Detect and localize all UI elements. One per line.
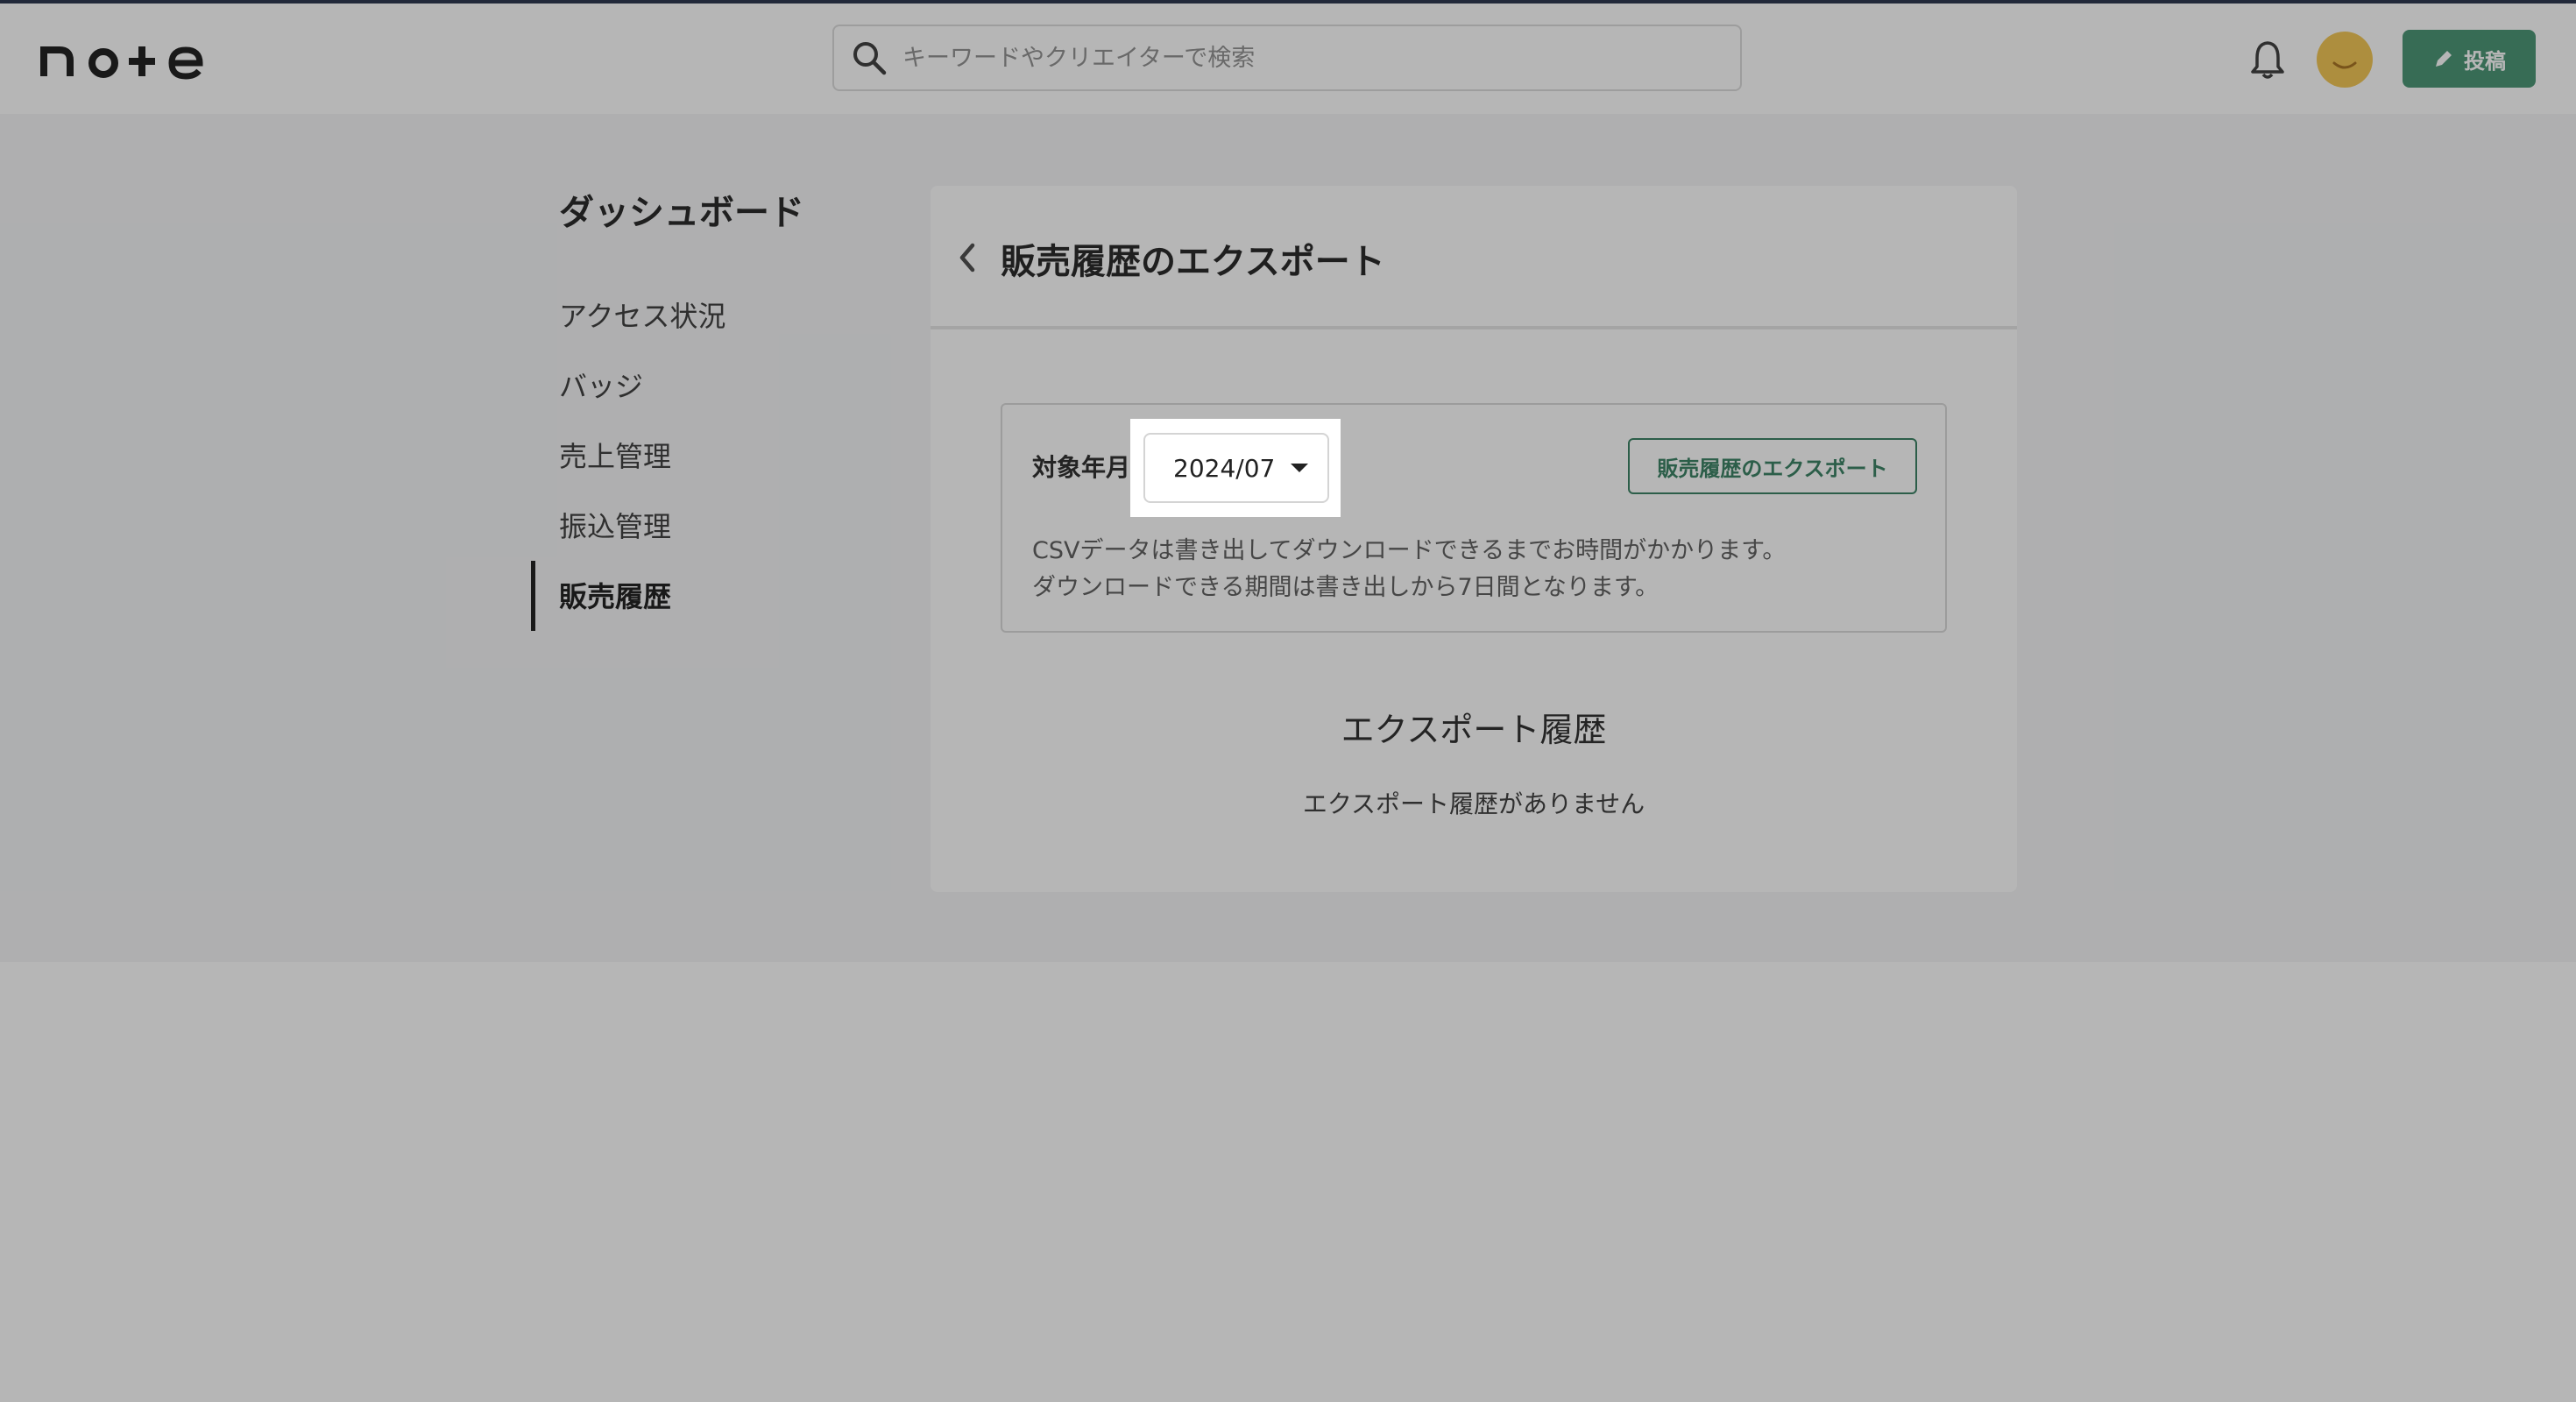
caret-down-icon	[1291, 464, 1309, 472]
search-icon	[853, 42, 887, 75]
smile-face-icon	[2332, 61, 2357, 69]
search-input[interactable]	[901, 31, 1740, 85]
note-line-2: ダウンロードできる期間は書き出しから7日間となります。	[1032, 574, 1660, 601]
export-sales-history-button[interactable]: 販売履歴のエクスポート	[1628, 438, 1917, 494]
top-accent-line	[0, 0, 2576, 4]
search-bar[interactable]	[832, 25, 1742, 91]
export-history-title: エクスポート履歴	[1341, 711, 1607, 749]
note-logo[interactable]	[40, 26, 216, 88]
card-header: 販売履歴のエクスポート	[931, 186, 2017, 329]
avatar[interactable]	[2317, 32, 2373, 88]
note-line-1: CSVデータは書き出してダウンロードできるまでお時間がかかります。	[1032, 537, 1787, 564]
sidebar-item-sales[interactable]: 売上管理	[559, 435, 671, 475]
month-select[interactable]: 2024/07	[1143, 433, 1329, 503]
page-title: 販売履歴のエクスポート	[1001, 242, 1385, 282]
sidebar-item-transfers[interactable]: 振込管理	[559, 505, 671, 545]
chevron-left-icon[interactable]	[953, 238, 980, 277]
top-header: 投稿	[0, 0, 2576, 114]
post-button-label: 投稿	[2464, 48, 2506, 74]
sidebar-item-access[interactable]: アクセス状況	[559, 294, 725, 335]
sidebar-title: ダッシュボード	[559, 193, 804, 233]
bell-icon[interactable]	[2248, 39, 2287, 81]
note-logo-mark	[40, 46, 203, 80]
post-button[interactable]: 投稿	[2403, 30, 2536, 88]
page-footer-area	[0, 962, 2576, 1402]
sidebar-item-badges[interactable]: バッジ	[559, 365, 643, 405]
month-select-value: 2024/07	[1173, 453, 1276, 483]
target-month-label: 対象年月	[1032, 453, 1131, 482]
sidebar-item-sales-history[interactable]: 販売履歴	[559, 575, 671, 615]
sidebar-active-indicator	[531, 561, 535, 631]
export-history-empty-message: エクスポート履歴がありません	[1302, 790, 1645, 818]
pencil-icon	[2436, 51, 2452, 67]
